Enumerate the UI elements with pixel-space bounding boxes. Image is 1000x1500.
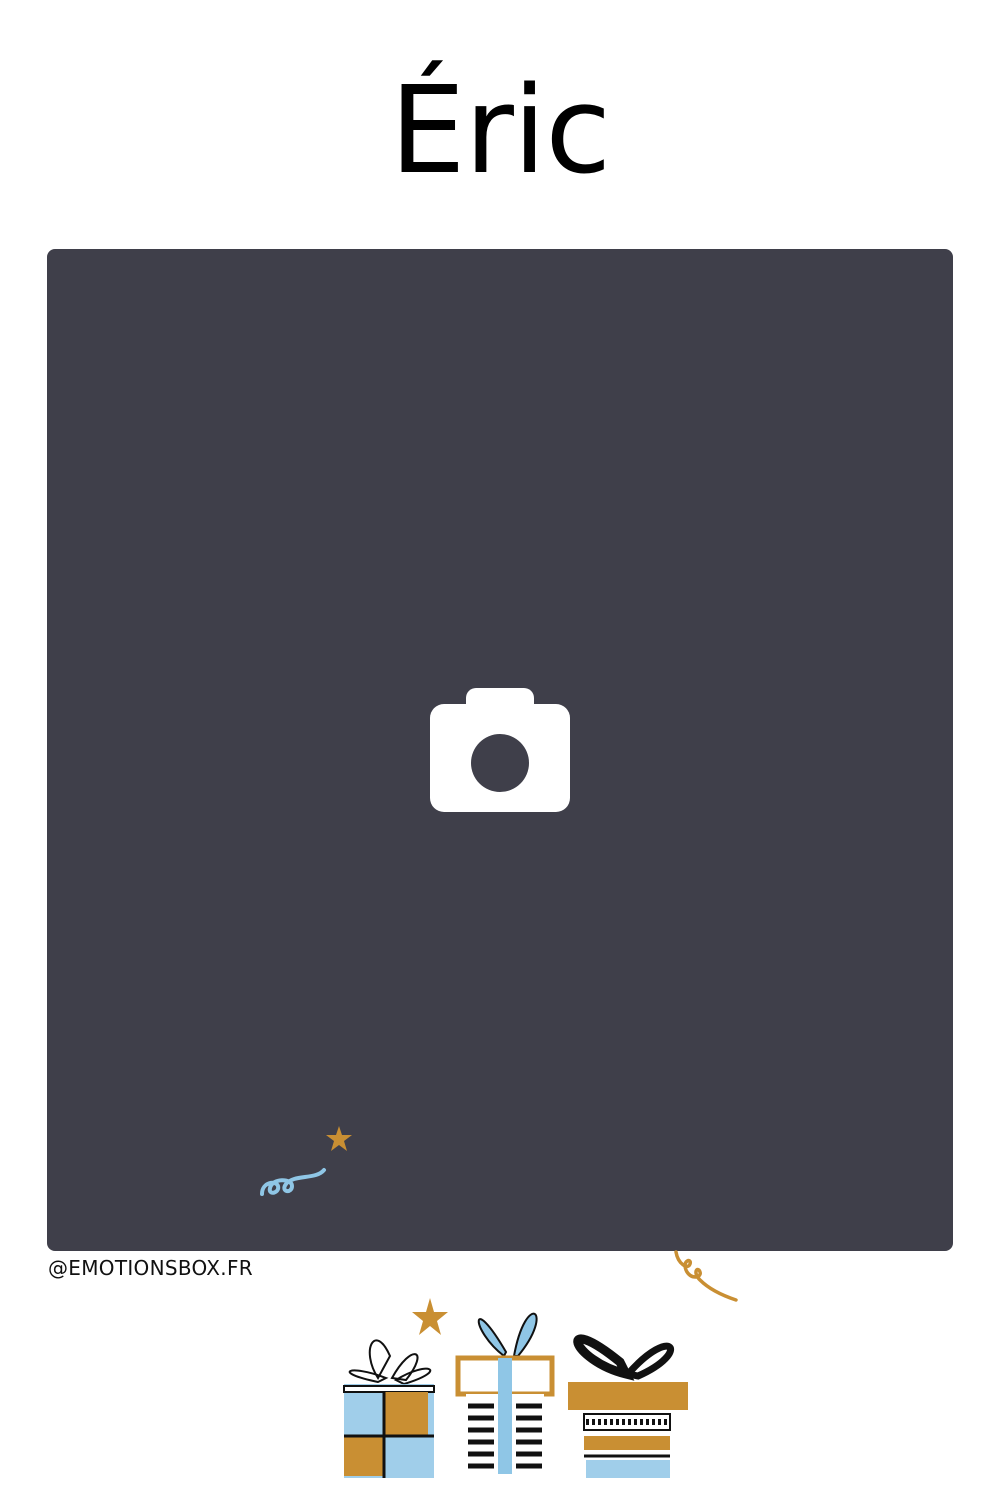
brand-handle: @EMOTIONSBOX.FR <box>48 1256 253 1280</box>
gift-box-icon <box>568 1334 688 1478</box>
ribbon-icon <box>260 1168 326 1196</box>
camera-icon[interactable] <box>430 688 570 812</box>
star-icon <box>326 1126 352 1151</box>
gift-box-icon <box>343 1339 435 1478</box>
gift-box-icon <box>455 1312 555 1474</box>
gift-box-icon <box>343 1298 688 1478</box>
name-title: Éric <box>389 62 611 201</box>
